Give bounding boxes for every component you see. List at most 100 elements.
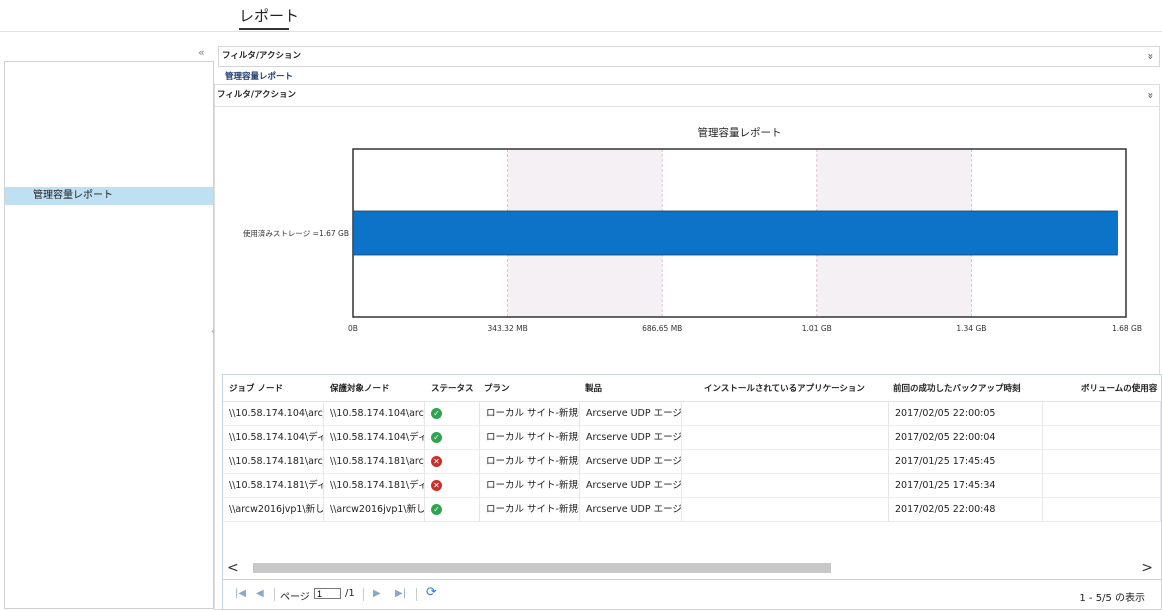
cell-protected-node: \\10.58.174.104\arcjp	[324, 402, 425, 425]
cell-apps	[682, 426, 889, 449]
chart-category-label: 使用済みストレージ =1.67 GB	[243, 228, 349, 238]
sidebar-item-managed-capacity-report[interactable]: 管理容量レポート	[5, 187, 213, 205]
outer-filter-bar[interactable]: フィルタ/アクション »	[218, 46, 1160, 67]
report-grid: ジョブ ノード 保護対象ノード ステータス プラン 製品 インストールされているアプリケー…	[222, 374, 1162, 610]
cell-job-node: \\10.58.174.104\ディ|	[223, 426, 324, 449]
chart-tick-label: 0B	[348, 324, 358, 333]
refresh-icon[interactable]: ⟳	[426, 585, 437, 600]
table-row[interactable]: \\10.58.174.181\arcjp \\10.58.174.181\arc…	[223, 450, 1161, 474]
grid-header: ジョブ ノード 保護対象ノード ステータス プラン 製品 インストールされているアプリケー…	[223, 375, 1161, 402]
cell-job-node: \\arcw2016jvp1\新しい	[223, 498, 324, 521]
column-header[interactable]: 製品	[585, 375, 700, 401]
active-tab-indicator	[239, 28, 289, 30]
cell-last-backup: 2017/02/05 22:00:48	[889, 498, 1043, 521]
report-title-link[interactable]: 管理容量レポート	[225, 70, 293, 82]
cell-apps	[682, 474, 889, 497]
cell-last-backup: 2017/02/05 22:00:05	[889, 402, 1043, 425]
cell-product: Arcserve UDP エージェント	[580, 426, 682, 449]
status-ok-icon: ✓	[431, 504, 442, 515]
pagination-bar: |◀ ◀ ページ /1 ▶ ▶| ⟳ 1 - 5/5 の表示	[223, 579, 1161, 609]
chart-tick-label: 1.34 GB	[956, 324, 986, 333]
cell-job-node: \\10.58.174.104\arcjp	[223, 402, 324, 425]
cell-last-backup: 2017/01/25 17:45:34	[889, 474, 1043, 497]
expand-down-icon[interactable]: »	[1140, 53, 1159, 59]
cell-apps	[682, 450, 889, 473]
cell-plan: ローカル サイト-新規のプ	[480, 498, 580, 521]
status-cell: ✓	[425, 426, 480, 449]
status-cell: ✕	[425, 450, 480, 473]
cell-volume	[1043, 498, 1161, 521]
table-row[interactable]: \\arcw2016jvp1\新しい \\arcw2016jvp1\新しい ✓ ローカ…	[223, 498, 1161, 522]
cell-volume	[1043, 426, 1161, 449]
first-page-icon[interactable]: |◀	[235, 588, 246, 599]
cell-apps	[682, 402, 889, 425]
separator	[416, 588, 417, 601]
table-row[interactable]: \\10.58.174.104\ディ| \\10.58.174.104\ディ| ✓ ロ…	[223, 426, 1161, 450]
chart-title: 管理容量レポート	[698, 126, 782, 139]
status-error-icon: ✕	[431, 480, 442, 491]
expand-down-icon[interactable]: »	[1139, 92, 1160, 98]
scrollbar-thumb[interactable]	[253, 563, 831, 573]
chart-bar	[352, 210, 1118, 256]
inner-filter-label: フィルタ/アクション	[217, 90, 297, 100]
table-row[interactable]: \\10.58.174.104\arcjp \\10.58.174.104\arc…	[223, 402, 1161, 426]
display-count: 1 - 5/5 の表示	[1079, 593, 1145, 604]
cell-protected-node: \\10.58.174.104\ディ|	[324, 426, 425, 449]
status-ok-icon: ✓	[431, 432, 442, 443]
header-divider	[0, 31, 1162, 32]
cell-plan: ローカル サイト-新規のプ	[480, 402, 580, 425]
page-number-input[interactable]	[314, 588, 341, 599]
last-page-icon[interactable]: ▶|	[395, 588, 406, 599]
column-header[interactable]: 保護対象ノード	[330, 375, 427, 401]
chart-tick-label: 686.65 MB	[642, 324, 682, 333]
cell-volume	[1043, 402, 1161, 425]
chart-tick-label: 1.68 GB	[1112, 324, 1142, 333]
column-header[interactable]: ジョブ ノード	[229, 375, 326, 401]
column-header[interactable]: ステータス	[431, 375, 480, 401]
cell-volume	[1043, 450, 1161, 473]
separator	[363, 588, 364, 601]
status-cell: ✓	[425, 498, 480, 521]
cell-apps	[682, 498, 889, 521]
outer-filter-label: フィルタ/アクション	[222, 51, 302, 61]
cell-job-node: \\10.58.174.181\ディ|	[223, 474, 324, 497]
table-row[interactable]: \\10.58.174.181\ディ| \\10.58.174.181\ディ| ✕ ロ…	[223, 474, 1161, 498]
cell-product: Arcserve UDP エージェント	[580, 498, 682, 521]
cell-plan: ローカル サイト-新規のプ	[480, 450, 580, 473]
cell-protected-node: \\10.58.174.181\arcjp	[324, 450, 425, 473]
status-cell: ✕	[425, 474, 480, 497]
column-header[interactable]: インストールされているアプリケーション	[704, 375, 889, 401]
chart-tick-label: 1.01 GB	[802, 324, 832, 333]
cell-product: Arcserve UDP エージェント	[580, 474, 682, 497]
collapse-sidebar-icon[interactable]: «	[198, 46, 205, 59]
cell-product: Arcserve UDP エージェント	[580, 402, 682, 425]
managed-capacity-chart: 管理容量レポート使用済みストレージ =1.67 GB 0B 343.32 MB 686…	[243, 126, 1142, 333]
cell-volume	[1043, 474, 1161, 497]
status-error-icon: ✕	[431, 456, 442, 467]
next-page-icon[interactable]: ▶	[373, 588, 381, 599]
cell-product: Arcserve UDP エージェント	[580, 450, 682, 473]
cell-protected-node: \\arcw2016jvp1\新しい	[324, 498, 425, 521]
status-ok-icon: ✓	[431, 408, 442, 419]
cell-last-backup: 2017/01/25 17:45:45	[889, 450, 1043, 473]
scroll-right-icon[interactable]: >	[1141, 560, 1153, 577]
cell-plan: ローカル サイト-新規のプ	[480, 426, 580, 449]
tab-reports[interactable]: レポート	[239, 5, 299, 26]
previous-page-icon[interactable]: ◀	[256, 588, 264, 599]
cell-job-node: \\10.58.174.181\arcjp	[223, 450, 324, 473]
column-header[interactable]: 前回の成功したバックアップ時刻	[893, 375, 1077, 401]
scroll-left-icon[interactable]: <	[227, 560, 239, 577]
page-label: ページ	[280, 592, 310, 603]
status-cell: ✓	[425, 402, 480, 425]
column-header[interactable]: ボリュームの使用容	[1081, 375, 1157, 401]
page-total: /1	[345, 588, 355, 599]
column-header[interactable]: プラン	[484, 375, 581, 401]
separator	[274, 588, 275, 601]
horizontal-scrollbar[interactable]: < >	[223, 560, 1161, 577]
chart-tick-label: 343.32 MB	[487, 324, 527, 333]
cell-plan: ローカル サイト-新規のプ	[480, 474, 580, 497]
cell-protected-node: \\10.58.174.181\ディ|	[324, 474, 425, 497]
cell-last-backup: 2017/02/05 22:00:04	[889, 426, 1043, 449]
report-sidebar: 管理容量レポート	[4, 61, 214, 609]
inner-filter-bar[interactable]: フィルタ/アクション »	[215, 85, 1159, 107]
